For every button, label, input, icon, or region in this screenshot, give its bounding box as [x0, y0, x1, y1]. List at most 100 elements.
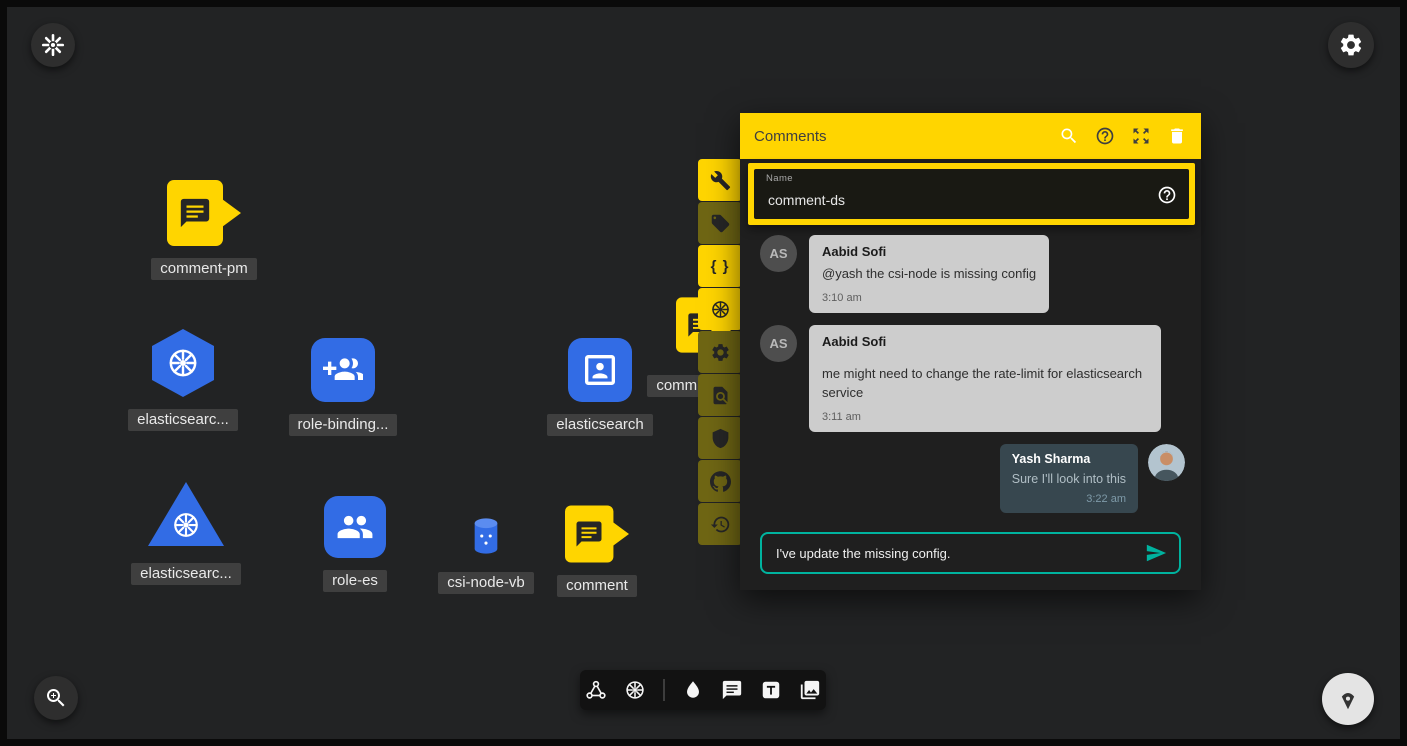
app-menu-button[interactable]	[31, 23, 75, 67]
drop-icon	[682, 679, 704, 701]
comments-panel-title: Comments	[754, 128, 827, 145]
node-comment[interactable]: comment	[537, 505, 657, 597]
node-label: role-binding...	[289, 414, 398, 436]
comments-panel-header[interactable]: Comments	[740, 113, 1201, 159]
message-bubble: Aabid Sofi me might need to change the r…	[809, 325, 1161, 432]
text-icon	[760, 679, 782, 701]
name-field-highlight: Name	[748, 163, 1195, 225]
gear-icon	[1338, 32, 1364, 58]
message-author: Aabid Sofi	[822, 334, 1148, 349]
node-label: elasticsearc...	[128, 409, 238, 431]
message-time: 3:10 am	[822, 292, 1036, 304]
shield-icon	[710, 428, 731, 449]
comment-input[interactable]	[774, 545, 1135, 562]
history-icon	[710, 514, 731, 535]
group-add-icon	[323, 350, 363, 390]
toolbar-history-button[interactable]	[698, 503, 742, 545]
comment-composer	[760, 532, 1181, 574]
message-bubble: Yash Sharma Sure I'll look into this 3:2…	[1000, 444, 1138, 513]
node-label: elasticsearch	[547, 414, 653, 436]
message-row: Yash Sharma Sure I'll look into this 3:2…	[760, 444, 1185, 513]
role-icon	[324, 496, 386, 558]
node-label: role-es	[323, 570, 387, 592]
dock-comment-button[interactable]	[721, 679, 743, 701]
app-canvas[interactable]: comment-pm elasticsearc... role-bindin	[0, 0, 1407, 746]
name-help-icon[interactable]	[1157, 185, 1177, 205]
message-author: Yash Sharma	[1012, 452, 1126, 466]
comments-panel-actions	[1059, 126, 1187, 146]
name-input[interactable]	[766, 191, 1157, 209]
dock-graph-button[interactable]	[585, 679, 607, 701]
search-icon[interactable]	[1059, 126, 1079, 146]
github-icon	[710, 471, 731, 492]
graph-icon	[585, 679, 607, 701]
message-author: Aabid Sofi	[822, 244, 1036, 259]
zoom-button[interactable]	[34, 676, 78, 720]
portrait-badge-icon	[580, 350, 620, 390]
toolbar-tag-button[interactable]	[698, 202, 742, 244]
gear-icon	[710, 342, 731, 363]
kubernetes-wheel-icon	[624, 679, 646, 701]
settings-button[interactable]	[1328, 22, 1374, 68]
node-label: comment-pm	[151, 258, 257, 280]
comment-glyph-icon	[574, 519, 604, 549]
pen-nib-icon	[1335, 686, 1361, 712]
kubernetes-hexagon-icon	[152, 329, 214, 397]
node-role-es[interactable]: role-es	[295, 496, 415, 592]
toolbar-settings-button[interactable]	[698, 331, 742, 373]
comment-node-icon	[167, 180, 241, 246]
find-in-page-icon	[710, 385, 731, 406]
dock-drop-button[interactable]	[682, 679, 704, 701]
message-bubble: Aabid Sofi @yash the csi-node is missing…	[809, 235, 1049, 313]
node-comment-pm[interactable]: comment-pm	[144, 180, 264, 280]
toolbar-braces-button[interactable]: { }	[698, 245, 742, 287]
storage-cylinder-icon	[469, 516, 503, 556]
toolbar-shield-button[interactable]	[698, 417, 742, 459]
message-time: 3:22 am	[1012, 493, 1126, 505]
comments-thread[interactable]: AS Aabid Sofi @yash the csi-node is miss…	[740, 225, 1201, 524]
node-label: csi-node-vb	[438, 572, 534, 594]
message-time: 3:11 am	[822, 411, 1148, 423]
comments-panel: Comments Name AS Aabid Sofi @yash the cs…	[740, 113, 1201, 590]
node-csi-node-vb[interactable]: csi-node-vb	[426, 516, 546, 594]
pen-button[interactable]	[1322, 673, 1374, 725]
dock-divider	[663, 679, 665, 701]
toolbar-inspect-button[interactable]	[698, 374, 742, 416]
help-icon[interactable]	[1095, 126, 1115, 146]
magnifier-plus-icon	[44, 686, 68, 710]
node-elasticsearch-hexagon[interactable]: elasticsearc...	[123, 329, 243, 431]
toolbar-github-button[interactable]	[698, 460, 742, 502]
node-elasticsearch-triangle[interactable]: elasticsearc...	[126, 482, 246, 585]
dock-images-button[interactable]	[799, 679, 821, 701]
name-field-label: Name	[766, 173, 793, 184]
message-text: Sure I'll look into this	[1012, 470, 1126, 488]
avatar-initials: AS	[760, 235, 797, 272]
wrench-icon	[710, 170, 731, 191]
tag-icon	[710, 213, 731, 234]
comment-icon	[721, 679, 743, 701]
toolbar-kubernetes-button[interactable]	[698, 288, 742, 330]
message-text: @yash the csi-node is missing config	[822, 265, 1036, 284]
comment-glyph-icon	[178, 196, 212, 230]
toolbar-wrench-button[interactable]	[698, 159, 742, 201]
delete-icon[interactable]	[1167, 126, 1187, 146]
send-button[interactable]	[1145, 542, 1167, 564]
dock-kubernetes-button[interactable]	[624, 679, 646, 701]
node-label: elasticsearc...	[131, 563, 241, 585]
message-row: AS Aabid Sofi @yash the csi-node is miss…	[760, 235, 1185, 313]
kubernetes-wheel-icon	[166, 346, 200, 380]
user-photo	[1148, 444, 1185, 481]
dock-text-button[interactable]	[760, 679, 782, 701]
kubernetes-wheel-icon	[710, 299, 731, 320]
kubernetes-triangle-icon	[148, 482, 224, 546]
service-account-icon	[568, 338, 632, 402]
tool-dock	[580, 670, 826, 710]
comment-node-icon	[565, 505, 629, 563]
expand-icon[interactable]	[1131, 126, 1151, 146]
role-binding-icon	[311, 338, 375, 402]
images-icon	[799, 679, 821, 701]
avatar-initials: AS	[760, 325, 797, 362]
asterisk-logo-icon	[40, 32, 66, 58]
message-text: me might need to change the rate-limit f…	[822, 365, 1148, 403]
node-role-binding[interactable]: role-binding...	[283, 338, 403, 436]
